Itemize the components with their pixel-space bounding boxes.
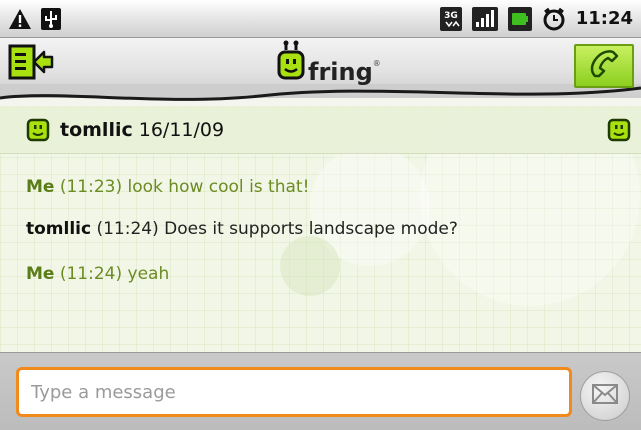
contact-avatar-icon xyxy=(26,118,50,142)
send-button[interactable] xyxy=(580,371,630,421)
message-row: Me (11:23) look how cool is that! xyxy=(26,177,309,197)
message-sender: tomllic xyxy=(26,219,92,239)
message-sender: Me xyxy=(26,264,55,284)
message-text: yeah xyxy=(127,264,170,284)
message-time: (11:24) xyxy=(59,264,123,284)
fring-logo-icon xyxy=(276,40,306,88)
exit-button[interactable] xyxy=(8,44,54,84)
contact-status-icon[interactable] xyxy=(607,118,631,142)
status-time: 11:24 xyxy=(575,8,633,29)
message-row: tomllic (11:24) Does it supports landsca… xyxy=(26,219,458,239)
brand-registered-mark: ® xyxy=(372,59,381,68)
network-3g-icon: 3G xyxy=(439,6,462,31)
brand-name: fring xyxy=(308,58,373,86)
usb-icon xyxy=(40,7,62,31)
status-bar: 3G 11:24 xyxy=(0,0,641,38)
message-row: Me (11:24) yeah xyxy=(26,264,169,284)
fring-logo: fring ® xyxy=(276,40,383,88)
message-sender: Me xyxy=(26,177,55,197)
signal-icon xyxy=(471,6,498,31)
conversation-date: 16/11/09 xyxy=(138,118,225,141)
contact-name: tomllic xyxy=(60,118,133,141)
warning-icon xyxy=(8,8,32,30)
phone-icon xyxy=(587,48,621,84)
battery-icon xyxy=(507,6,532,31)
call-button[interactable] xyxy=(574,44,634,88)
svg-text:3G: 3G xyxy=(444,11,458,21)
message-time: (11:24) xyxy=(96,219,159,239)
exit-icon xyxy=(8,44,54,84)
message-text: look how cool is that! xyxy=(127,177,310,197)
chat-area[interactable]: tomllic 16/11/09 Me (11:23) look how coo… xyxy=(0,106,641,352)
contact-header: tomllic 16/11/09 xyxy=(0,106,641,154)
envelope-icon xyxy=(591,383,619,409)
alarm-icon xyxy=(542,7,566,31)
message-time: (11:23) xyxy=(59,177,123,197)
compose-bar xyxy=(0,352,641,430)
message-input[interactable] xyxy=(16,367,572,417)
message-text: Does it supports landscape mode? xyxy=(164,219,458,239)
